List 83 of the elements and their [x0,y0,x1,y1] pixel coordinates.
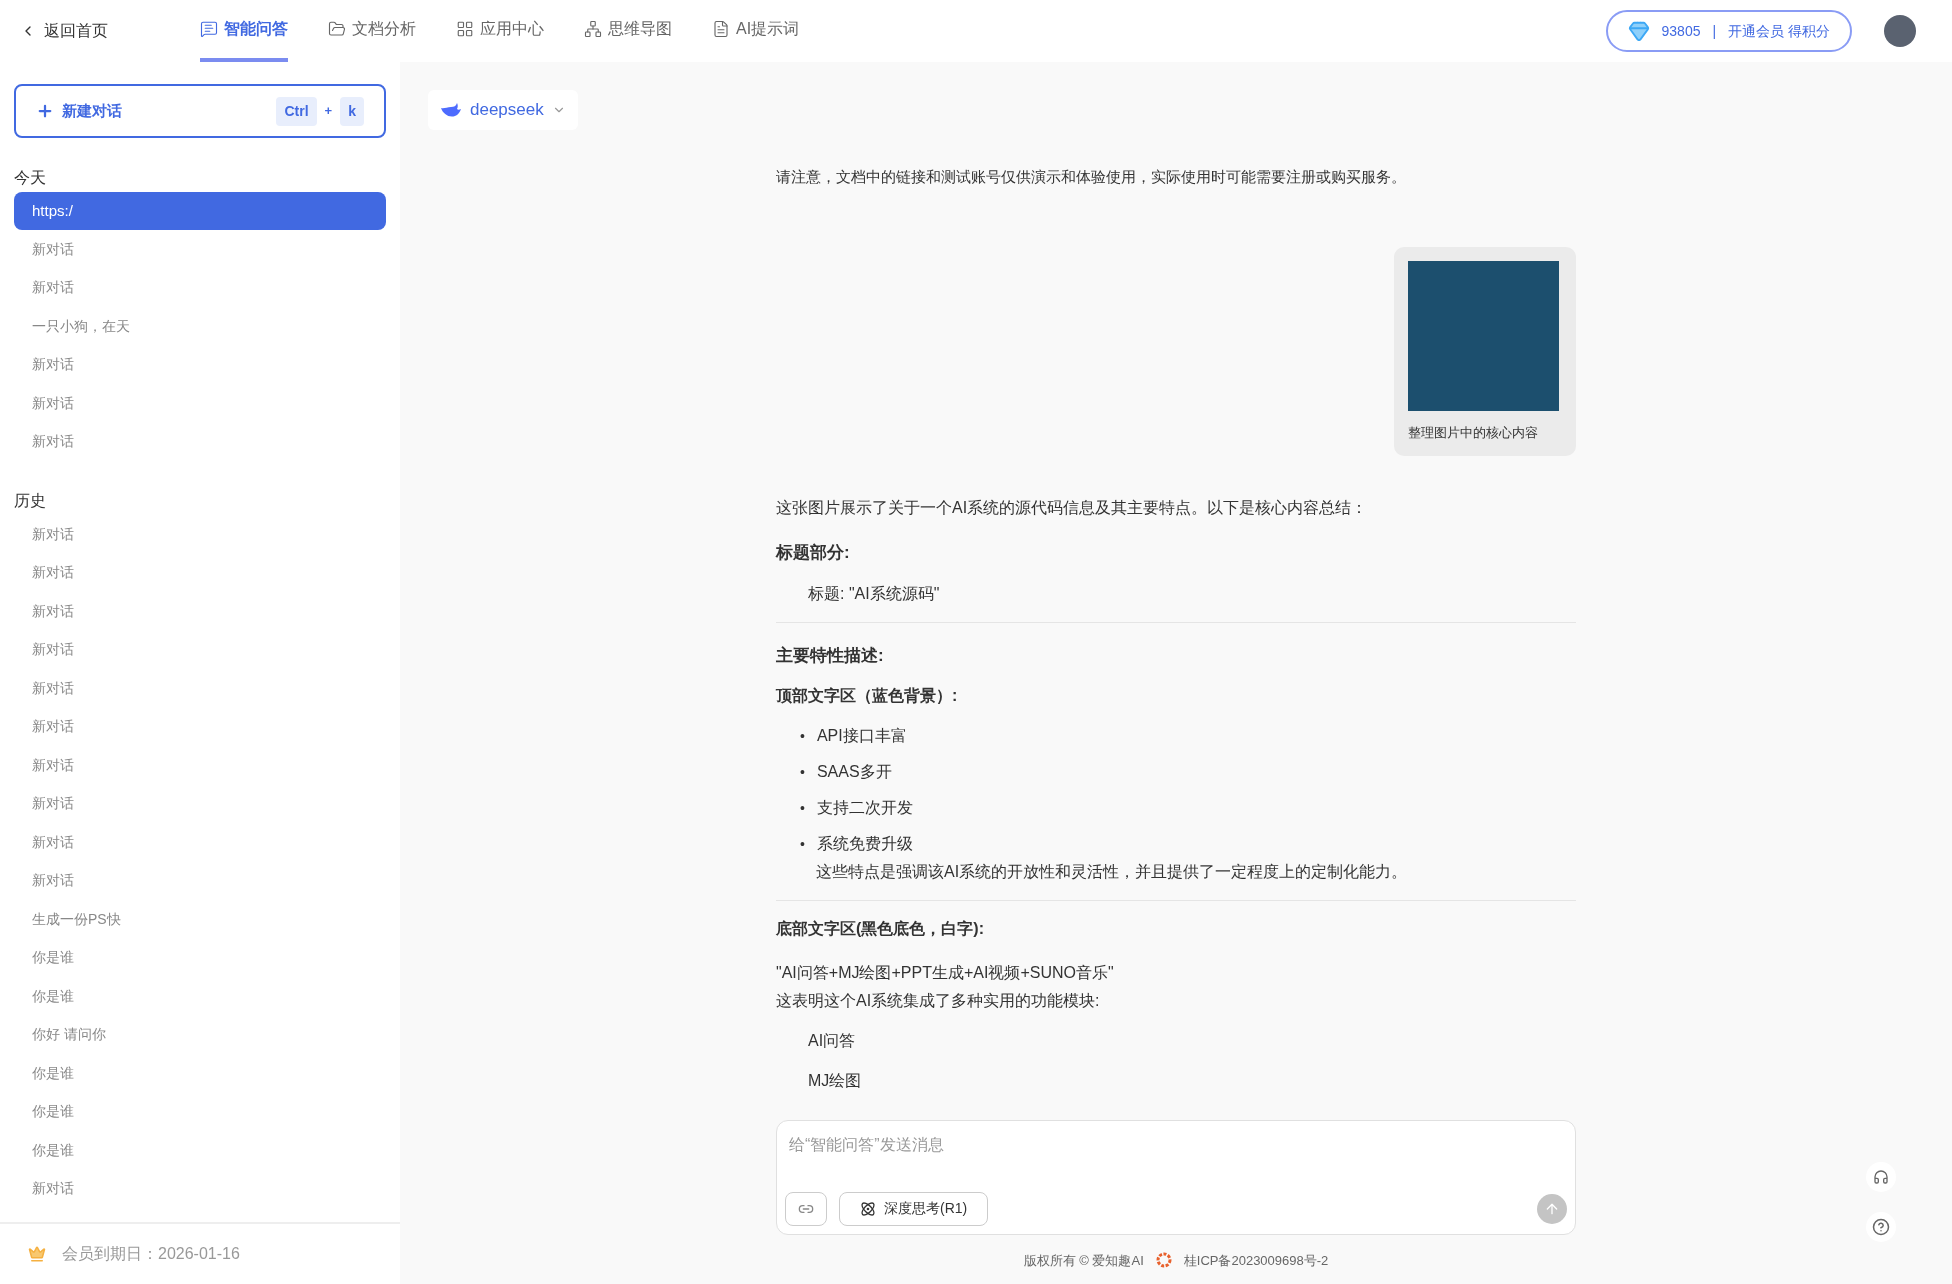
copyright-text: 版权所有 © 爱知趣AI [1023,1251,1144,1270]
answer-line: MJ绘图 [807,1071,863,1091]
nav-tab[interactable]: AI提示词 [712,0,800,62]
notice-text: 请注意，文档中的链接和测试账号仅供演示和体验使用，实际使用时可能需要注册或购买服务。 [776,167,1407,187]
membership-expiry: 会员到期日：2026-01-16 [62,1244,240,1264]
conversation-item[interactable]: 你是谁 [14,977,386,1016]
bullet-marker: • [800,726,805,746]
nav-tab[interactable]: 文档分析 [328,0,416,62]
bullet-item: 支持二次开发 [816,798,913,818]
icp-link[interactable]: 桂ICP备2023009698号-2 [1183,1250,1329,1270]
plus-icon [36,102,54,120]
answer-heading: 主要特性描述: [776,644,885,667]
key-cap: Ctrl [276,96,317,126]
bullet-item: API接口丰富 [816,726,907,746]
crown-icon [28,1245,46,1263]
membership-pill[interactable]: 93805 | 开通会员 得积分 [1605,10,1852,52]
conversation-item[interactable]: 新对话 [14,345,386,384]
new-chat-button[interactable]: 新建对话 Ctrl + k [14,84,386,138]
conversation-item[interactable]: https:/ [14,192,386,230]
tab-icon [712,20,730,38]
tab-icon [328,20,346,38]
answer-line: "AI问答+MJ绘图+PPT生成+AI视频+SUNO音乐" [776,963,1115,983]
back-home-link[interactable]: 返回首页 [20,19,200,43]
answer-line: 这表明这个AI系统集成了多种实用的功能模块: [776,991,1101,1011]
message-caption: 整理图片中的核心内容 [1408,423,1539,442]
conversation-item[interactable]: 新对话 [14,746,386,785]
help-button[interactable] [1866,1212,1896,1242]
answer-paragraph: 这张图片展示了关于一个AI系统的源代码信息及其主要特点。以下是核心内容总结： [776,498,1369,518]
conversation-item[interactable]: 生成一份PS快 [14,900,386,939]
bullet-marker: • [800,762,805,782]
conversation-item[interactable]: 新对话 [14,707,386,746]
answer-heading: 标题部分: [776,542,851,564]
conversation-item[interactable]: 新对话 [14,422,386,461]
conversation-item[interactable]: 新对话 [14,669,386,708]
bullet-marker: • [800,834,805,854]
separator-text: | [1712,21,1717,41]
conversation-item[interactable]: 你是谁 [14,1054,386,1093]
bullet-item: 系统免费升级 [816,834,913,854]
nav-tab[interactable]: 思维导图 [584,0,672,62]
deep-think-button[interactable]: 深度思考(R1) [839,1191,989,1226]
answer-subheading: 底部文字区(黑色底色，白字): [776,919,985,939]
conversation-item[interactable]: 新对话 [14,268,386,307]
group-title: 历史 [14,491,47,511]
conversation-item[interactable]: 新对话 [14,861,386,900]
bullet-marker: • [800,798,805,818]
conversation-item[interactable]: 新对话 [14,784,386,823]
conversation-item[interactable]: 新对话 [14,515,386,554]
bullet-item: SAAS多开 [816,762,892,782]
message-composer[interactable]: 给“智能问答”发送消息 深度思考(R1) [776,1119,1576,1235]
conversation-item[interactable]: 新对话 [14,592,386,631]
member-cta: 开通会员 得积分 [1728,21,1830,41]
tab-icon [584,20,602,38]
conversation-item[interactable]: 你是谁 [14,938,386,977]
conversation-item[interactable]: 你是谁 [14,1131,386,1170]
conversation-item[interactable]: 你是谁 [14,1092,386,1131]
avatar[interactable] [1884,15,1916,47]
new-chat-label: 新建对话 [62,100,122,121]
points-count: 93805 [1661,21,1701,41]
conversation-item[interactable]: 新对话 [14,553,386,592]
plus-sign: + [324,102,333,121]
atom-icon [860,1200,876,1217]
conversation-item[interactable]: 新对话 [14,823,386,862]
conversation-item[interactable]: 一只小狗，在天 [14,307,386,346]
tab-icon [456,20,474,38]
diamond-icon [1627,20,1650,42]
group-title: 今天 [14,168,47,188]
message-input[interactable]: 给“智能问答”发送消息 [785,1132,1567,1157]
answer-note: 这些特点是强调该AI系统的开放性和灵活性，并且提供了一定程度上的定制化能力。 [815,862,1409,882]
conversation-item[interactable]: 新对话 [14,630,386,669]
answer-line: AI问答 [807,1031,857,1051]
nav-tab[interactable]: 应用中心 [456,0,544,62]
key-cap: k [340,96,364,126]
headset-icon [1873,1169,1889,1185]
help-icon [1872,1218,1890,1236]
tab-icon [200,20,218,38]
answer-line: 标题: "AI系统源码" [807,583,941,604]
conversation-item[interactable]: 新对话 [14,230,386,269]
conversation-item[interactable]: 新对话 [14,384,386,423]
support-button[interactable] [1866,1162,1896,1192]
model-selector[interactable]: deepseek [428,90,578,130]
conversation-item[interactable]: 你好 请问你 [14,1015,386,1054]
conversation-item[interactable]: 新对话 [14,1169,386,1208]
answer-subheading: 顶部文字区（蓝色背景）: [776,686,959,706]
